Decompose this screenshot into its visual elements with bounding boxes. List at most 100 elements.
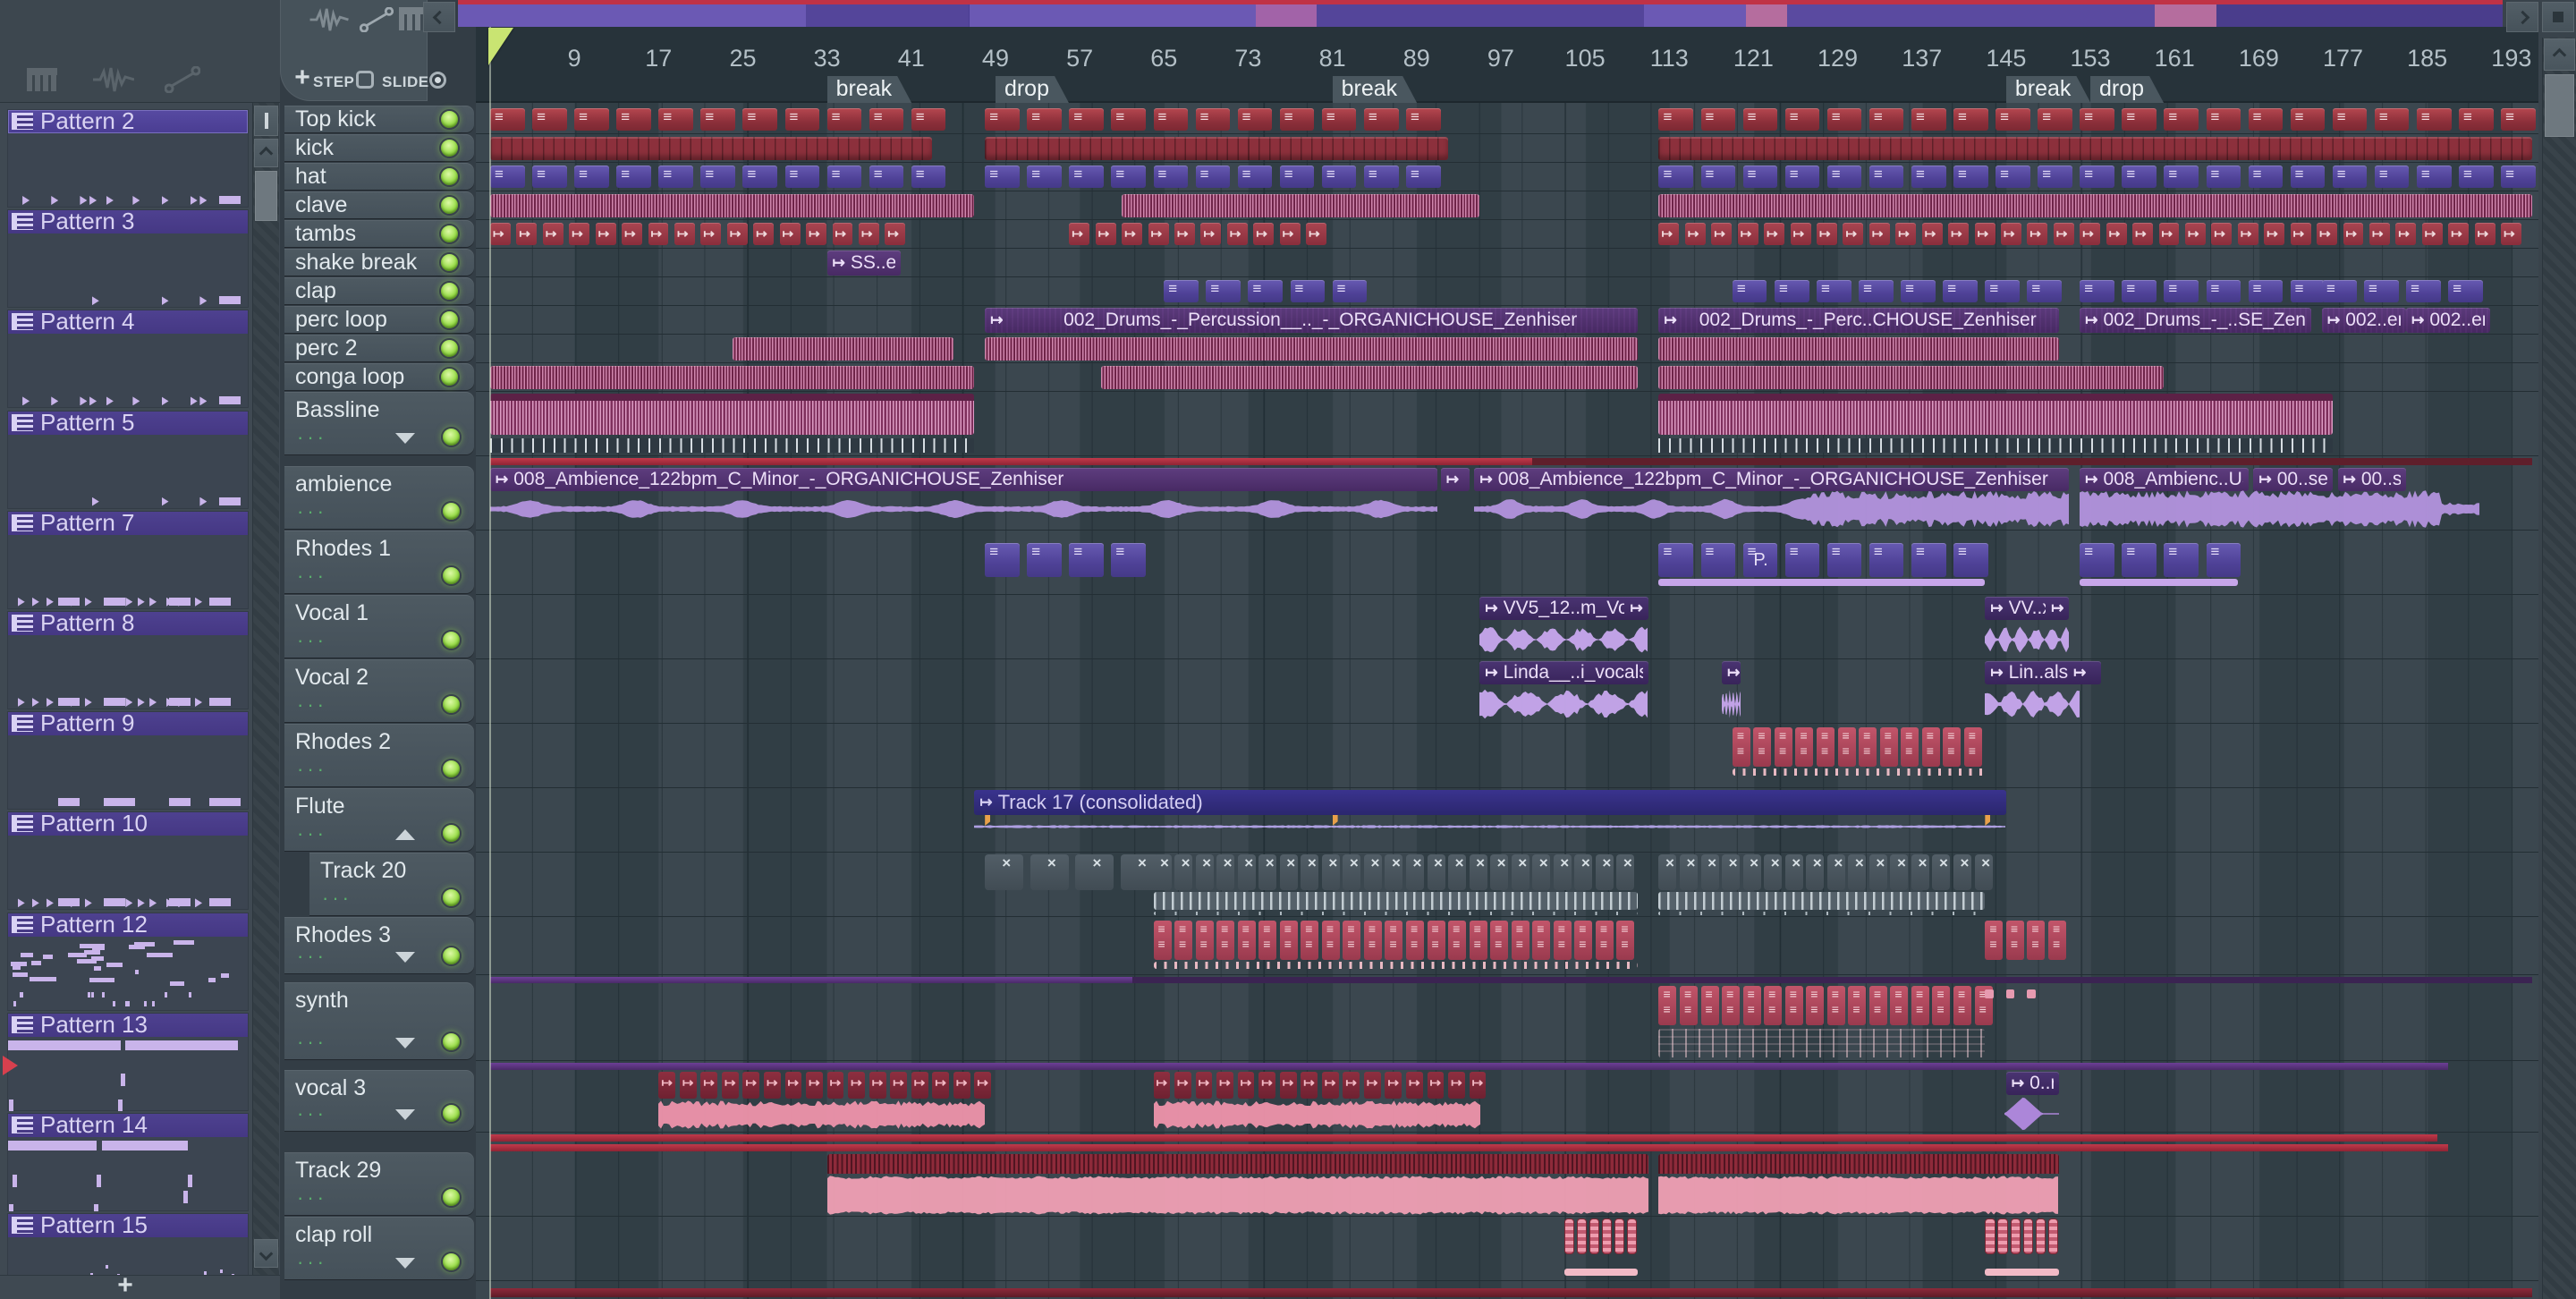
midi-pattern-clip[interactable]: ≡ [2448, 280, 2483, 302]
midi-pattern-clip[interactable]: ↦ [1095, 223, 1116, 245]
midi-pattern-clip[interactable]: ≡ ≡ [1216, 921, 1235, 960]
midi-pattern-clip[interactable]: ≡ [2080, 108, 2114, 131]
midi-pattern-clip[interactable]: ≡ [1248, 280, 1284, 302]
track-mute-led[interactable] [439, 338, 460, 359]
midi-pattern-clip[interactable]: ≡ [532, 108, 567, 131]
automation-strip[interactable] [490, 1134, 2438, 1142]
track-header-ambience[interactable]: ambience ··· [284, 466, 474, 529]
midi-pattern-clip[interactable]: ≡ [2164, 108, 2199, 131]
audio-clip[interactable]: ↦00..ser [2337, 468, 2407, 491]
track-header-flute[interactable]: Flute ··· [284, 788, 474, 851]
automation-strip[interactable] [1131, 977, 2533, 983]
midi-pattern-clip[interactable] [1985, 989, 1994, 998]
midi-pattern-clip[interactable]: ↦ [832, 223, 853, 245]
midi-pattern-clip[interactable]: ≡ ≡ [1985, 921, 2004, 960]
midi-pattern-clip[interactable]: ≡ [1405, 108, 1441, 131]
midi-pattern-clip[interactable] [2005, 989, 2015, 998]
vertical-scroll-thumb[interactable] [2545, 74, 2574, 137]
midi-pattern-clip[interactable]: ≡ [1279, 108, 1315, 131]
midi-pattern-clip[interactable]: ↦ [742, 1072, 760, 1099]
pattern-item-pattern-12[interactable]: Pattern 12 [7, 912, 249, 1011]
midi-pattern-clip[interactable]: ≡ [1111, 166, 1147, 188]
midi-pattern-clip[interactable]: ≡ [1658, 108, 1694, 131]
midi-pattern-clip[interactable]: ≡ [2332, 166, 2368, 188]
audio-clip[interactable]: ↦ 002..er [2322, 308, 2406, 333]
pattern-item-pattern-4[interactable]: Pattern 4 [7, 310, 249, 409]
midi-pattern-clip[interactable]: × [1405, 854, 1424, 890]
waveform[interactable] [1474, 489, 2070, 529]
midi-pattern-clip[interactable]: ≡ ≡ [1343, 921, 1361, 960]
midi-pattern-clip[interactable]: ≡ [616, 108, 651, 131]
midi-pattern-clip[interactable]: ≡ [2164, 280, 2199, 302]
midi-pattern-clip[interactable]: ≡ ≡ [1795, 727, 1814, 767]
midi-pattern-clip[interactable]: ↦ [542, 223, 564, 245]
midi-pattern-clip[interactable]: ↦ [1237, 1072, 1255, 1099]
midi-pattern-clip[interactable]: ≡ [1996, 166, 2030, 188]
midi-pattern-clip[interactable]: × [1237, 854, 1256, 890]
midi-pattern-clip[interactable]: ↦ [2501, 223, 2521, 245]
waveform[interactable] [1153, 1100, 1480, 1129]
midi-pattern-clip[interactable]: ↦ [2027, 223, 2048, 245]
track-options[interactable]: ··· [297, 822, 327, 845]
midi-pattern-clip[interactable]: ≡ [1027, 543, 1062, 577]
midi-pattern-clip[interactable]: ≡ [1859, 280, 1894, 302]
clip-span[interactable] [1658, 337, 2059, 361]
midi-pattern-clip[interactable]: ↦ [1711, 223, 1733, 245]
track-header-kick[interactable]: kick [284, 134, 474, 161]
track-mute-led[interactable] [441, 1187, 462, 1208]
midi-pattern-clip[interactable]: ≡ [2206, 166, 2241, 188]
midi-pattern-clip[interactable]: ≡ [490, 108, 525, 131]
midi-pattern-clip[interactable]: × [1868, 854, 1887, 890]
midi-pattern-clip[interactable]: × [1385, 854, 1403, 890]
timeline-marker[interactable]: drop [2090, 76, 2164, 103]
midi-pattern-clip[interactable]: ≡ [1111, 108, 1147, 131]
midi-pattern-clip[interactable]: ↦ [1258, 1072, 1276, 1099]
midi-pattern-clip[interactable]: × [1616, 854, 1635, 890]
midi-pattern-clip[interactable]: ≡ ≡ [1943, 727, 1962, 767]
track-mute-led[interactable] [441, 694, 462, 715]
midi-pattern-clip[interactable]: ≡ [1826, 166, 1862, 188]
pattern-name[interactable]: Pattern 3 [8, 210, 248, 234]
track-mute-led[interactable] [441, 946, 462, 966]
midi-pattern-clip[interactable]: ↦ [1764, 223, 1785, 245]
waveform[interactable] [826, 1176, 1648, 1215]
track-mute-led[interactable] [439, 367, 460, 387]
track-mute-led[interactable] [439, 109, 460, 130]
midi-pattern-clip[interactable] [1614, 1218, 1625, 1254]
track-mute-led[interactable] [441, 1103, 462, 1124]
midi-pattern-clip[interactable]: ≡ [2374, 108, 2410, 131]
track-mute-led[interactable] [439, 195, 460, 216]
midi-pattern-clip[interactable]: × [1680, 854, 1698, 890]
midi-pattern-clip[interactable]: ↦ [911, 1072, 928, 1099]
midi-pattern-clip[interactable]: ≡ [658, 166, 693, 188]
midi-pattern-clip[interactable]: ≡ [1027, 108, 1062, 131]
clip-span[interactable] [1985, 1269, 2059, 1276]
clip-span[interactable] [1658, 438, 2333, 453]
pattern-name[interactable]: Pattern 10 [8, 812, 248, 836]
track-options[interactable]: ··· [297, 426, 327, 449]
clip-span[interactable] [1153, 892, 1638, 910]
midi-pattern-clip[interactable]: ≡ [2038, 166, 2072, 188]
midi-pattern-clip[interactable]: ≡ ≡ [1174, 921, 1193, 960]
midi-pattern-clip[interactable]: × [1279, 854, 1298, 890]
midi-pattern-clip[interactable]: ≡ ≡ [1879, 727, 1898, 767]
midi-pattern-clip[interactable]: ≡ ≡ [1363, 921, 1382, 960]
midi-pattern-clip[interactable]: ↦ [1216, 1072, 1233, 1099]
midi-pattern-clip[interactable]: ≡ [826, 108, 862, 131]
midi-pattern-clip[interactable]: ≡ [1237, 166, 1273, 188]
track-group-expand-icon[interactable] [395, 1038, 415, 1049]
midi-pattern-clip[interactable]: ↦ [2132, 223, 2154, 245]
midi-pattern-clip[interactable]: ≡ [1868, 166, 1904, 188]
track-header-tambs[interactable]: tambs [284, 220, 474, 247]
midi-pattern-clip[interactable]: × [1427, 854, 1445, 890]
midi-pattern-clip[interactable]: ≡ ≡ [1963, 727, 1982, 767]
midi-pattern-clip[interactable]: ≡ ≡ [1301, 921, 1319, 960]
midi-pattern-clip[interactable]: ≡ ≡ [1153, 921, 1172, 960]
midi-pattern-clip[interactable]: ≡ [2027, 280, 2062, 302]
midi-pattern-clip[interactable]: ≡ ≡ [1279, 921, 1298, 960]
midi-pattern-clip[interactable]: ↦ [1737, 223, 1758, 245]
midi-pattern-clip[interactable]: ≡ [574, 108, 609, 131]
midi-pattern-clip[interactable]: ↦ [1153, 1072, 1171, 1099]
track-header-rhodes-3[interactable]: Rhodes 3 ··· [284, 917, 474, 973]
automation-strip[interactable] [490, 1063, 2449, 1070]
